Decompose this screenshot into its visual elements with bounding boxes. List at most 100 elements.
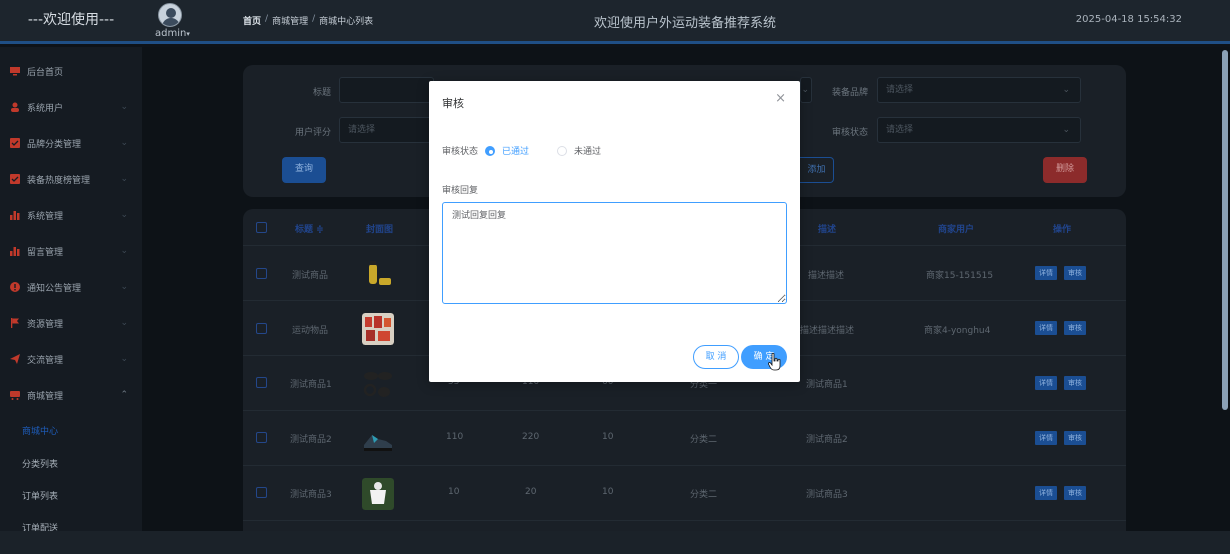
review-reply-textarea[interactable]: 测试回复回复 (442, 202, 787, 304)
row-checkbox[interactable] (256, 487, 267, 498)
caret-down-icon: ▾ (186, 30, 190, 38)
sidebar-item-mall[interactable]: 商城管理 ⌃ (0, 377, 142, 413)
sidebar-item-exchange[interactable]: 交流管理 ⌄ (0, 341, 142, 377)
status-filter-select[interactable]: 请选择 ⌄ (877, 117, 1081, 143)
chevron-down-icon: ⌄ (120, 246, 128, 256)
row-checkbox[interactable] (256, 268, 267, 279)
sidebar-item-label: 交流管理 (27, 355, 64, 366)
review-reply-label: 审核回复 (442, 186, 479, 196)
detail-button[interactable]: 详情 (1035, 431, 1057, 445)
scrollbar-thumb[interactable] (1222, 50, 1228, 410)
review-button[interactable]: 审核 (1064, 431, 1086, 445)
sidebar-item-label: 系统用户 (27, 103, 64, 114)
title-filter-label: 标题 (313, 88, 332, 98)
delete-button[interactable]: 删除 (1043, 157, 1087, 183)
user-icon (11, 102, 19, 112)
cancel-button[interactable]: 取 消 (693, 345, 739, 369)
chevron-down-icon: ⌄ (120, 138, 128, 148)
row-checkbox[interactable] (256, 377, 267, 388)
avatar-body-icon (162, 18, 180, 26)
brand-filter-select[interactable]: 请选择 ⌄ (877, 77, 1081, 103)
row-value-2: 20 (525, 487, 537, 497)
query-button[interactable]: 查询 (282, 157, 326, 183)
welcome-text: ---欢迎使用--- (27, 12, 115, 28)
review-button[interactable]: 审核 (1064, 266, 1086, 280)
row-checkbox[interactable] (256, 323, 267, 334)
detail-button[interactable]: 详情 (1035, 486, 1057, 500)
sidebar-item-users[interactable]: 系统用户 ⌄ (0, 89, 142, 125)
checkbox-icon (10, 138, 20, 148)
review-button[interactable]: 审核 (1064, 321, 1086, 335)
user-menu[interactable]: admin▾ (155, 28, 190, 39)
review-status-label: 审核状态 (442, 147, 479, 157)
sidebar-subitem-mall-center[interactable]: 商城中心 (22, 424, 58, 437)
chevron-down-icon: ⌄ (120, 102, 128, 112)
column-header-actions: 操作 (1053, 225, 1072, 235)
row-value-1: 10 (448, 487, 460, 497)
product-thumbnail (369, 261, 391, 285)
sidebar-item-notices[interactable]: 通知公告管理 ⌄ (0, 269, 142, 305)
sidebar-item-label: 资源管理 (27, 319, 64, 330)
detail-button[interactable]: 详情 (1035, 376, 1057, 390)
sidebar-item-hot-ranking[interactable]: 装备热度榜管理 ⌄ (0, 161, 142, 197)
sidebar-item-label: 系统管理 (27, 211, 64, 222)
breadcrumb-mall[interactable]: 商城管理 (272, 14, 308, 27)
bar-chart-icon (10, 211, 20, 220)
sidebar-item-messages[interactable]: 留言管理 ⌄ (0, 233, 142, 269)
bar-chart-icon (10, 247, 20, 256)
chevron-down-icon: ⌄ (120, 210, 128, 220)
sidebar-item-brand-category[interactable]: 品牌分类管理 ⌄ (0, 125, 142, 161)
add-button[interactable]: 添加 (800, 157, 834, 183)
row-category: 分类二 (690, 490, 718, 500)
breadcrumb-home[interactable]: 首页 (243, 14, 261, 27)
row-category: 分类二 (690, 435, 718, 445)
divider (243, 520, 1126, 521)
column-header-merchant: 商家用户 (938, 225, 975, 235)
sidebar-item-label: 装备热度榜管理 (27, 175, 91, 186)
hidden-select-edge[interactable]: ⌄ (800, 77, 812, 103)
brand-filter-label: 装备品牌 (832, 88, 869, 98)
sidebar-subitem-order-list[interactable]: 订单列表 (22, 489, 58, 502)
sidebar-item-label: 通知公告管理 (27, 283, 82, 294)
row-checkbox[interactable] (256, 432, 267, 443)
title-filter-input[interactable] (339, 77, 434, 103)
select-all-checkbox[interactable] (256, 222, 267, 233)
sidebar-item-system[interactable]: 系统管理 ⌄ (0, 197, 142, 233)
column-header-title[interactable]: 标题 ≑ (295, 222, 324, 235)
chevron-down-icon: ⌄ (120, 354, 128, 364)
rating-filter-select[interactable]: 请选择 (339, 117, 434, 143)
row-merchant: 商家4-yonghu4 (924, 326, 991, 336)
sidebar-item-home[interactable]: 后台首页 (0, 53, 142, 89)
review-button[interactable]: 审核 (1064, 486, 1086, 500)
detail-button[interactable]: 详情 (1035, 266, 1057, 280)
review-button[interactable]: 审核 (1064, 376, 1086, 390)
cart-icon (10, 391, 20, 400)
chevron-down-icon: ⌄ (1062, 125, 1070, 135)
sidebar-item-label: 品牌分类管理 (27, 139, 82, 150)
bottom-bar (0, 531, 1230, 554)
chevron-down-icon: ⌄ (120, 318, 128, 328)
row-title: 测试商品1 (290, 380, 332, 390)
row-title: 运动物品 (292, 326, 329, 336)
row-description: 描述描述描述 (800, 326, 855, 336)
chevron-up-icon: ⌃ (120, 390, 128, 400)
radio-passed[interactable]: 已通过 (485, 144, 529, 157)
radio-failed[interactable]: 未通过 (557, 144, 601, 157)
sidebar-item-resources[interactable]: 资源管理 ⌄ (0, 305, 142, 341)
detail-button[interactable]: 详情 (1035, 321, 1057, 335)
row-title: 测试商品 (292, 271, 329, 281)
flag-icon (11, 318, 19, 328)
radio-unchecked-icon (557, 145, 567, 156)
sidebar-subitem-category-list[interactable]: 分类列表 (22, 457, 58, 470)
avatar[interactable] (158, 3, 182, 27)
radio-passed-label: 已通过 (502, 147, 530, 157)
row-description: 描述描述 (808, 271, 845, 281)
close-icon[interactable]: × (775, 91, 786, 106)
breadcrumb-separator: / (265, 14, 269, 24)
row-description: 测试商品3 (806, 490, 848, 500)
column-header-cover: 封面图 (366, 225, 394, 235)
top-bar: ---欢迎使用--- admin▾ 首页 / 商城管理 / 商城中心列表 欢迎使… (0, 0, 1230, 44)
chevron-down-icon: ⌄ (801, 85, 809, 95)
radio-failed-label: 未通过 (574, 147, 602, 157)
row-value-2: 220 (522, 432, 540, 442)
